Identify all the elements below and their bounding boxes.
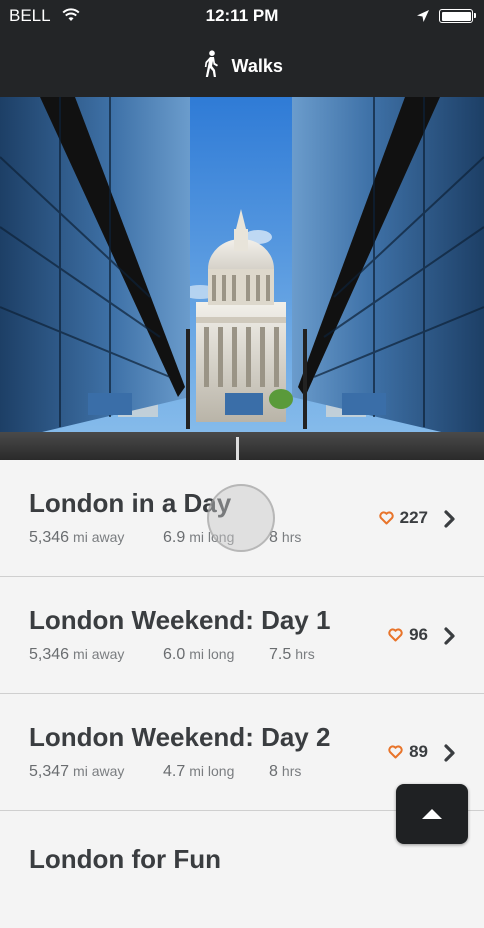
likes-count: 227 bbox=[378, 508, 428, 530]
hero-image bbox=[0, 97, 484, 460]
scroll-to-top-button[interactable] bbox=[396, 784, 468, 844]
distance-away: 5,346 mi away bbox=[29, 646, 125, 663]
chevron-right-icon bbox=[444, 510, 456, 533]
walk-name: London for Fun bbox=[29, 844, 222, 874]
touch-indicator bbox=[207, 484, 275, 552]
chevron-right-icon bbox=[444, 627, 456, 650]
distance-away: 5,346 mi away bbox=[29, 529, 125, 546]
nav-title-group: Walks bbox=[0, 50, 484, 80]
heart-icon bbox=[388, 627, 403, 647]
walk-length: 4.7 mi long bbox=[163, 763, 235, 780]
walk-duration: 8 hrs bbox=[269, 763, 302, 780]
clock: 12:11 PM bbox=[205, 6, 279, 25]
walk-duration: 7.5 hrs bbox=[269, 646, 315, 663]
battery-icon bbox=[439, 9, 476, 23]
heart-icon bbox=[388, 744, 403, 764]
triangle-up-icon bbox=[422, 809, 442, 819]
likes-count: 89 bbox=[388, 742, 428, 764]
status-bar: BELL 12:11 PM bbox=[0, 0, 484, 32]
chevron-right-icon bbox=[444, 744, 456, 767]
walking-person-icon bbox=[201, 50, 221, 83]
walk-name: London Weekend: Day 1 bbox=[29, 605, 331, 635]
nav-bar: Walks bbox=[0, 32, 484, 97]
location-arrow-icon bbox=[416, 8, 430, 28]
walk-length: 6.0 mi long bbox=[163, 646, 235, 663]
walk-name: London Weekend: Day 2 bbox=[29, 722, 331, 752]
distance-away: 5,347 mi away bbox=[29, 763, 125, 780]
walk-duration: 8 hrs bbox=[269, 529, 302, 546]
page-title: Walks bbox=[231, 56, 283, 76]
likes-count: 96 bbox=[388, 625, 428, 647]
walk-row-london-weekend-day-1[interactable]: London Weekend: Day 1 5,346 mi away 6.0 mi… bbox=[0, 577, 484, 694]
walk-name: London in a Day bbox=[29, 488, 232, 518]
heart-icon bbox=[378, 510, 394, 530]
